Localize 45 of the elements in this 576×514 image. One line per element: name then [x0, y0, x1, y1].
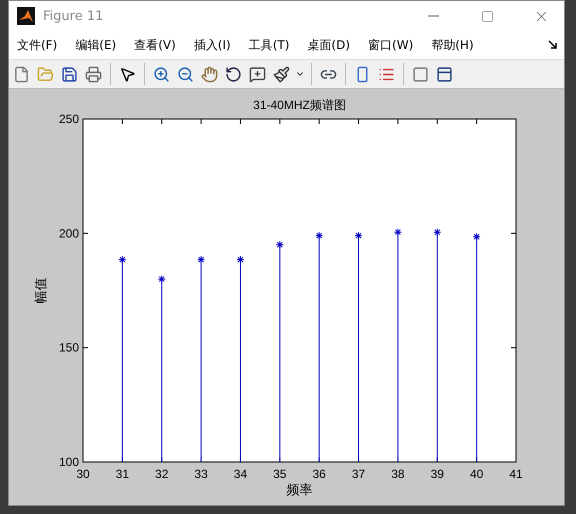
x-tick-label: 30	[76, 467, 90, 481]
window-title: Figure 11	[43, 8, 104, 24]
menu-item[interactable]: 工具(T)	[246, 36, 296, 54]
y-tick-label: 250	[58, 112, 79, 126]
brush-icon	[273, 66, 290, 82]
app-logo-icon	[17, 7, 35, 25]
x-tick-label: 36	[312, 467, 326, 481]
minimize-icon	[428, 15, 438, 17]
x-tick-label: 35	[273, 467, 286, 481]
x-tick-label: 34	[234, 467, 248, 481]
hand-icon	[201, 66, 218, 82]
x-tick-label: 33	[194, 467, 208, 481]
rotate-icon	[225, 66, 242, 82]
menu-item[interactable]: 帮助(H)	[429, 36, 481, 54]
dock-arrow-icon[interactable]	[548, 40, 558, 50]
y-tick-label: 100	[58, 455, 79, 469]
zoom-out-icon	[177, 66, 194, 82]
maximize-icon	[480, 10, 494, 22]
x-tick-label: 37	[352, 467, 366, 481]
x-tick-label: 32	[155, 467, 168, 481]
menu-item[interactable]: 插入(I)	[192, 36, 238, 54]
x-axis-label: 频率	[286, 483, 312, 498]
x-tick-label: 38	[391, 467, 405, 481]
x-tick-label: 31	[116, 467, 130, 481]
menu-item[interactable]: 窗口(W)	[366, 36, 420, 54]
save-icon	[61, 66, 78, 82]
x-tick-label: 40	[470, 467, 484, 481]
chart-title: 31-40MHZ频谱图	[253, 98, 346, 112]
menu-item[interactable]: 桌面(D)	[305, 36, 358, 54]
square-icon	[412, 66, 429, 82]
y-tick-label: 150	[58, 340, 79, 355]
x-tick-label: 41	[509, 467, 523, 481]
zoom-in-icon	[153, 66, 170, 82]
panel-icon	[436, 66, 453, 82]
y-axis-label: 幅值	[34, 278, 49, 304]
y-tick-label: 200	[58, 226, 79, 240]
menu-item[interactable]: 文件(F)	[15, 36, 64, 54]
new-file-icon	[13, 66, 30, 82]
menu-item[interactable]: 查看(V)	[132, 36, 183, 54]
x-tick-label: 39	[430, 467, 444, 481]
printer-icon	[85, 66, 102, 82]
menu-item[interactable]: 编辑(E)	[73, 36, 124, 54]
data-cursor-icon	[249, 66, 266, 82]
pointer-icon	[119, 66, 136, 82]
open-folder-icon	[37, 66, 54, 82]
